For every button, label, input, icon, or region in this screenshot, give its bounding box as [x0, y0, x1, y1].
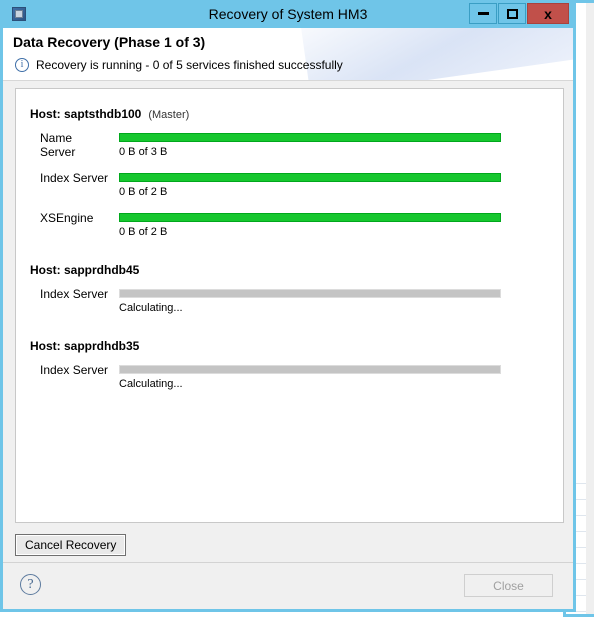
maximize-icon — [506, 8, 518, 19]
progress-caption: 0 B of 2 B — [119, 186, 168, 198]
close-window-button[interactable]: x — [527, 3, 569, 24]
service-row: XSEngine 0 B of 2 B — [30, 211, 563, 241]
progress-caption: Calculating... — [119, 302, 183, 314]
host-block: Host: saptsthdb100 (Master) Name Server 0 B… — [16, 107, 563, 241]
host-header: Host: sapprdhdb35 — [30, 339, 563, 353]
background-window-scrollbar[interactable] — [586, 3, 594, 614]
progress-caption: Calculating... — [119, 378, 183, 390]
action-bar: Cancel Recovery — [3, 531, 573, 563]
status-message: i Recovery is running - 0 of 5 services … — [15, 58, 343, 72]
service-row: Name Server 0 B of 3 B — [30, 131, 563, 161]
title-bar[interactable]: Recovery of System HM3 x — [3, 0, 573, 28]
progress-bar — [119, 133, 501, 142]
host-header: Host: sapprdhdb45 — [30, 263, 563, 277]
page-title: Data Recovery (Phase 1 of 3) — [13, 34, 206, 50]
host-name: Host: sapprdhdb45 — [30, 263, 140, 277]
dialog-footer: ? Close — [3, 563, 573, 609]
maximize-button[interactable] — [498, 3, 526, 24]
minimize-icon — [477, 12, 489, 15]
service-row: Index Server Calculating... — [30, 287, 563, 317]
close-button[interactable]: Close — [464, 574, 553, 597]
service-label: Name Server — [40, 131, 76, 159]
progress-bar — [119, 213, 501, 222]
host-block: Host: sapprdhdb45 Index Server Calculating… — [16, 263, 563, 317]
host-name: Host: saptsthdb100 — [30, 107, 142, 121]
close-icon: x — [544, 5, 552, 22]
service-label: Index Server — [40, 171, 109, 185]
info-icon: i — [15, 58, 29, 72]
service-row: Index Server Calculating... — [30, 363, 563, 393]
progress-bar — [119, 289, 501, 298]
service-label: XSEngine — [40, 211, 94, 225]
progress-bar — [119, 365, 501, 374]
dialog-body: Host: saptsthdb100 (Master) Name Server 0 B… — [3, 81, 573, 531]
progress-panel: Host: saptsthdb100 (Master) Name Server 0 B… — [15, 88, 564, 523]
progress-bar — [119, 173, 501, 182]
header-decoration — [298, 28, 573, 80]
cancel-recovery-button[interactable]: Cancel Recovery — [15, 534, 127, 556]
service-label: Index Server — [40, 363, 109, 377]
help-icon[interactable]: ? — [20, 574, 41, 595]
window-controls: x — [468, 3, 569, 24]
service-row: Index Server 0 B of 2 B — [30, 171, 563, 201]
progress-caption: 0 B of 2 B — [119, 226, 168, 238]
host-block: Host: sapprdhdb35 Index Server Calculating… — [16, 339, 563, 393]
dialog-header: Data Recovery (Phase 1 of 3) i Recovery … — [3, 28, 573, 81]
application-icon — [11, 6, 27, 22]
host-name: Host: sapprdhdb35 — [30, 339, 140, 353]
progress-caption: 0 B of 3 B — [119, 146, 168, 158]
recovery-dialog: Recovery of System HM3 x Data Recovery (… — [0, 0, 576, 612]
host-header: Host: saptsthdb100 (Master) — [30, 107, 563, 121]
host-role: (Master) — [148, 109, 190, 121]
minimize-button[interactable] — [469, 3, 497, 24]
service-label: Index Server — [40, 287, 109, 301]
status-text: Recovery is running - 0 of 5 services fi… — [36, 58, 343, 72]
hosts-list: Host: saptsthdb100 (Master) Name Server 0 B… — [16, 107, 563, 393]
